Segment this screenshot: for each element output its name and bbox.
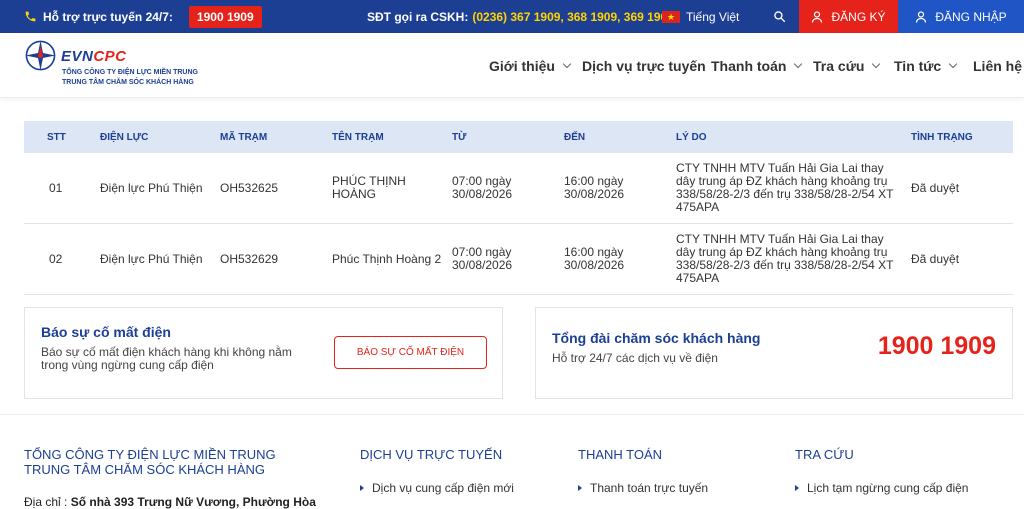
footer-address-label: Địa chỉ : [24, 495, 68, 509]
footer-address-value: Số nhà 393 Trưng Nữ Vương, Phường Hòa [70, 495, 316, 509]
table-row: 01 Điện lực Phú Thiện OH532625 PHÚC THỊN… [24, 153, 1013, 224]
hotline-number-badge[interactable]: 1900 1909 [188, 5, 262, 28]
nav-label: Liên hệ [973, 57, 1023, 74]
cell-ly-do: CTY TNHH MTV Tuấn Hải Gia Lai thay dây t… [676, 232, 894, 285]
cell-dien-luc: Điện lực Phú Thiện [100, 251, 203, 266]
nav-item-gioi-thieu[interactable]: Giới thiệu [489, 33, 572, 98]
cskh-info: SĐT gọi ra CSKH: (0236) 367 1909, 368 19… [367, 0, 674, 33]
language-selector[interactable]: Tiếng Việt [662, 0, 739, 33]
phone-icon [24, 10, 37, 23]
nav-item-tin-tuc[interactable]: Tin tức [894, 33, 958, 98]
column-header-ly-do: LÝ DO [676, 131, 707, 143]
cell-dien-luc: Điện lực Phú Thiện [100, 180, 203, 195]
cell-ten-tram: Phúc Thịnh Hoàng 2 [332, 251, 442, 266]
logo-wordmark: EVNCPC [61, 48, 127, 65]
nav-label: Giới thiệu [489, 57, 555, 74]
cell-tu: 07:00 ngày 30/08/2026 [452, 245, 513, 272]
column-header-tinh-trang: TÌNH TRẠNG [911, 131, 973, 143]
report-card-title: Báo sự cố mất điện [41, 324, 171, 340]
caret-right-icon [360, 485, 364, 491]
hotline-info: Hỗ trợ trực tuyến 24/7: 1900 1909 [24, 0, 262, 33]
column-header-stt: STT [47, 131, 66, 143]
footer-link-thanh-toan[interactable]: Thanh toán trực tuyến [578, 481, 708, 495]
logo-subtitle-center: TRUNG TÂM CHĂM SÓC KHÁCH HÀNG [62, 79, 194, 86]
support-phone-number[interactable]: 1900 1909 [878, 332, 996, 361]
cell-stt: 01 [49, 180, 63, 195]
login-button[interactable]: ĐĂNG NHẬP [898, 0, 1024, 33]
register-button[interactable]: ĐĂNG KÝ [799, 0, 898, 33]
cell-ly-do: CTY TNHH MTV Tuấn Hải Gia Lai thay dây t… [676, 161, 894, 214]
caret-right-icon [578, 485, 582, 491]
register-label: ĐĂNG KÝ [831, 9, 886, 24]
site-header: EVNCPC TỔNG CÔNG TY ĐIỆN LỰC MIỀN TRUNG … [0, 33, 1024, 98]
footer-link-label: Thanh toán trực tuyến [590, 481, 709, 495]
cell-den: 16:00 ngày 30/08/2026 [564, 174, 625, 201]
nav-item-thanh-toan[interactable]: Thanh toán [711, 33, 803, 98]
footer-link-label: Lịch tạm ngừng cung cấp điện [807, 481, 969, 495]
user-icon [916, 10, 927, 23]
table-row: 02 Điện lực Phú Thiện OH532629 Phúc Thịn… [24, 224, 1013, 295]
footer-heading-dich-vu: DỊCH VỤ TRỰC TUYẾN [360, 447, 503, 462]
column-header-ma-tram: MÃ TRẠM [220, 131, 268, 143]
login-label: ĐĂNG NHẬP [935, 9, 1007, 24]
footer-link-lich-ngung-dien[interactable]: Lịch tạm ngừng cung cấp điện [795, 481, 968, 495]
cell-stt: 02 [49, 251, 63, 266]
footer-company-line1: TỔNG CÔNG TY ĐIỆN LỰC MIỀN TRUNG [24, 447, 276, 462]
nav-label: Thanh toán [711, 57, 787, 74]
evncpc-logo[interactable]: EVNCPC TỔNG CÔNG TY ĐIỆN LỰC MIỀN TRUNG … [24, 39, 224, 91]
chevron-down-icon [872, 59, 881, 68]
nav-label: Tra cứu [813, 57, 865, 74]
vietnam-flag-icon [662, 10, 680, 24]
footer-heading-tra-cuu: TRA CỨU [795, 447, 854, 462]
chevron-down-icon [562, 59, 572, 68]
column-header-den: ĐẾN [564, 131, 586, 143]
cell-ma-tram: OH532625 [220, 180, 279, 195]
nav-label: Tin tức [894, 57, 942, 74]
nav-item-lien-he[interactable]: Liên hệ [973, 33, 1022, 98]
report-outage-button[interactable]: BÁO SỰ CỐ MẤT ĐIỆN [334, 336, 487, 369]
nav-label: Dịch vụ trực tuyến [582, 57, 706, 74]
user-icon [812, 10, 823, 23]
cell-tinh-trang: Đã duyệt [911, 251, 960, 266]
evn-emblem-icon [25, 40, 56, 71]
chevron-down-icon [948, 59, 958, 68]
footer-company-line2: TRUNG TÂM CHĂM SÓC KHÁCH HÀNG [24, 462, 265, 477]
support-card-title: Tổng đài chăm sóc khách hàng [552, 330, 761, 346]
site-footer: TỔNG CÔNG TY ĐIỆN LỰC MIỀN TRUNG TRUNG T… [0, 414, 1024, 509]
footer-heading-thanh-toan: THANH TOÁN [578, 447, 663, 462]
support-card-description: Hỗ trợ 24/7 các dịch vụ về điện [552, 351, 718, 365]
support-hotline-card: Tổng đài chăm sóc khách hàng Hỗ trợ 24/7… [535, 307, 1013, 399]
logo-cpc: CPC [93, 48, 127, 65]
nav-item-tra-cuu[interactable]: Tra cứu [813, 33, 881, 98]
column-header-dien-luc: ĐIỆN LỰC [100, 131, 149, 143]
cskh-label: SĐT gọi ra CSKH: [367, 9, 469, 24]
cell-ma-tram: OH532629 [220, 251, 279, 266]
top-bar: Hỗ trợ trực tuyến 24/7: 1900 1909 SĐT gọ… [0, 0, 1024, 33]
footer-company: TỔNG CÔNG TY ĐIỆN LỰC MIỀN TRUNG TRUNG T… [24, 447, 276, 477]
outage-schedule-table: STT ĐIỆN LỰC MÃ TRẠM TÊN TRẠM TỪ ĐẾN LÝ … [24, 121, 1013, 295]
column-header-ten-tram: TÊN TRẠM [332, 131, 384, 143]
table-header-row: STT ĐIỆN LỰC MÃ TRẠM TÊN TRẠM TỪ ĐẾN LÝ … [24, 121, 1013, 153]
footer-link-label: Dịch vụ cung cấp điện mới [372, 481, 514, 495]
footer-address: Địa chỉ : Số nhà 393 Trưng Nữ Vương, Phư… [24, 495, 316, 509]
column-header-tu: TỪ [452, 131, 467, 143]
logo-evn: EVN [61, 48, 94, 65]
nav-item-dich-vu[interactable]: Dịch vụ trực tuyến [582, 33, 706, 98]
footer-link-dich-vu-moi[interactable]: Dịch vụ cung cấp điện mới [360, 481, 514, 495]
cskh-numbers[interactable]: (0236) 367 1909, 368 1909, 369 1909 [472, 10, 674, 24]
language-label: Tiếng Việt [686, 9, 740, 24]
chevron-down-icon [794, 59, 803, 68]
caret-right-icon [795, 485, 799, 491]
logo-subtitle-company: TỔNG CÔNG TY ĐIỆN LỰC MIỀN TRUNG [62, 69, 198, 76]
cell-den: 16:00 ngày 30/08/2026 [564, 245, 625, 272]
cell-ten-tram: PHÚC THỊNH HOÀNG [332, 174, 406, 201]
search-icon [773, 11, 785, 23]
report-outage-card: Báo sự cố mất điện Báo sự cố mất điện kh… [24, 307, 503, 399]
cell-tinh-trang: Đã duyệt [911, 180, 960, 195]
report-card-description: Báo sự cố mất điện khách hàng khi không … [41, 345, 292, 372]
hotline-label: Hỗ trợ trực tuyến 24/7: [43, 9, 173, 24]
search-button[interactable] [770, 0, 788, 33]
cell-tu: 07:00 ngày 30/08/2026 [452, 174, 513, 201]
